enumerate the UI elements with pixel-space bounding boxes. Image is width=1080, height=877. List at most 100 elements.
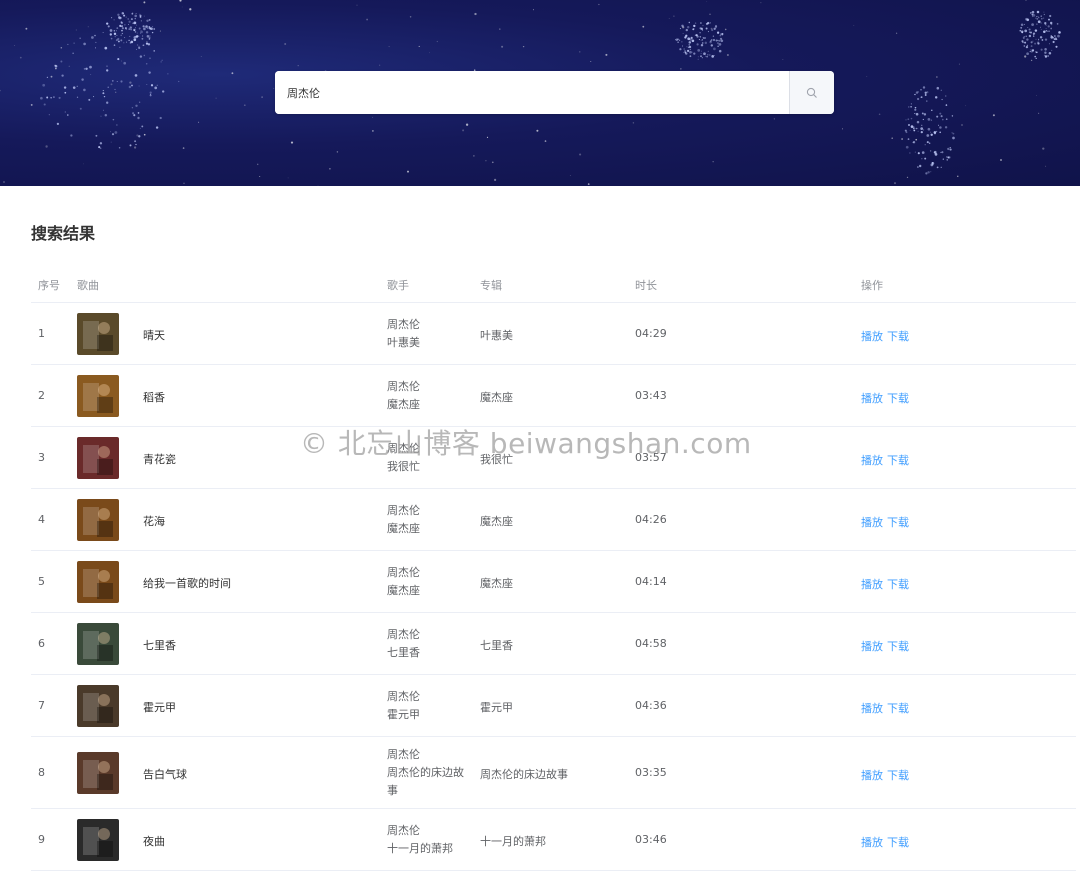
play-button[interactable]: 播放 bbox=[861, 454, 883, 467]
song-title[interactable]: 花海 bbox=[143, 513, 165, 529]
results-table: 序号 歌曲 歌手 专辑 时长 操作 1 晴天 周杰伦 叶惠美 叶惠美 04:29… bbox=[31, 265, 1076, 871]
section-title: 搜索结果 bbox=[31, 224, 96, 243]
song-title[interactable]: 晴天 bbox=[143, 327, 165, 343]
row-index: 3 bbox=[38, 451, 45, 464]
row-actions: 播放 下载 bbox=[861, 514, 913, 530]
watermark: © 北忘山博客 beiwangshan.com bbox=[300, 427, 752, 460]
artist-album: 七里香 bbox=[387, 646, 420, 659]
play-button[interactable]: 播放 bbox=[861, 769, 883, 782]
row-actions: 播放 下载 bbox=[861, 328, 913, 344]
album-name[interactable]: 叶惠美 bbox=[480, 327, 513, 343]
duration: 03:35 bbox=[635, 766, 667, 779]
album-cover bbox=[77, 819, 119, 861]
table-row: 9 夜曲 周杰伦 十一月的萧邦 十一月的萧邦 03:46 播放 下载 bbox=[31, 809, 1076, 871]
song-title[interactable]: 霍元甲 bbox=[143, 699, 176, 715]
row-index: 5 bbox=[38, 575, 45, 588]
row-index: 2 bbox=[38, 389, 45, 402]
artist-album-cont: 事 bbox=[387, 784, 398, 797]
artist-cell: 周杰伦 霍元甲 bbox=[387, 688, 477, 724]
search-button[interactable] bbox=[789, 71, 834, 114]
download-button[interactable]: 下载 bbox=[887, 516, 909, 529]
artist-name[interactable]: 周杰伦 bbox=[387, 316, 477, 334]
duration: 04:36 bbox=[635, 699, 667, 712]
row-actions: 播放 下载 bbox=[861, 390, 913, 406]
duration: 04:58 bbox=[635, 637, 667, 650]
artist-album: 霍元甲 bbox=[387, 708, 420, 721]
artist-name[interactable]: 周杰伦 bbox=[387, 822, 477, 840]
row-actions: 播放 下载 bbox=[861, 767, 913, 783]
search-icon bbox=[806, 87, 817, 98]
col-index: 序号 bbox=[38, 279, 60, 292]
song-title[interactable]: 青花瓷 bbox=[143, 451, 176, 467]
song-title[interactable]: 给我一首歌的时间 bbox=[143, 575, 231, 591]
row-actions: 播放 下载 bbox=[861, 576, 913, 592]
song-title[interactable]: 稻香 bbox=[143, 389, 165, 405]
album-cover bbox=[77, 561, 119, 603]
play-button[interactable]: 播放 bbox=[861, 330, 883, 343]
header-banner bbox=[0, 0, 1080, 186]
artist-name[interactable]: 周杰伦 bbox=[387, 626, 477, 644]
download-button[interactable]: 下载 bbox=[887, 702, 909, 715]
play-button[interactable]: 播放 bbox=[861, 578, 883, 591]
table-row: 1 晴天 周杰伦 叶惠美 叶惠美 04:29 播放 下载 bbox=[31, 303, 1076, 365]
artist-cell: 周杰伦 七里香 bbox=[387, 626, 477, 662]
duration: 04:29 bbox=[635, 327, 667, 340]
table-header: 序号 歌曲 歌手 专辑 时长 操作 bbox=[31, 265, 1076, 303]
download-button[interactable]: 下载 bbox=[887, 640, 909, 653]
album-cover bbox=[77, 752, 119, 794]
album-name[interactable]: 霍元甲 bbox=[480, 699, 513, 715]
row-index: 8 bbox=[38, 766, 45, 779]
row-index: 6 bbox=[38, 637, 45, 650]
album-name[interactable]: 魔杰座 bbox=[480, 513, 513, 529]
artist-album: 魔杰座 bbox=[387, 522, 420, 535]
row-actions: 播放 下载 bbox=[861, 638, 913, 654]
artist-cell: 周杰伦 十一月的萧邦 bbox=[387, 822, 477, 858]
row-index: 1 bbox=[38, 327, 45, 340]
duration: 04:14 bbox=[635, 575, 667, 588]
table-row: 8 告白气球 周杰伦 周杰伦的床边故 事 周杰伦的床边故事 03:35 播放 下载 bbox=[31, 737, 1076, 809]
artist-album: 魔杰座 bbox=[387, 584, 420, 597]
search-input[interactable] bbox=[275, 71, 789, 114]
table-row: 6 七里香 周杰伦 七里香 七里香 04:58 播放 下载 bbox=[31, 613, 1076, 675]
play-button[interactable]: 播放 bbox=[861, 516, 883, 529]
download-button[interactable]: 下载 bbox=[887, 392, 909, 405]
download-button[interactable]: 下载 bbox=[887, 769, 909, 782]
artist-name[interactable]: 周杰伦 bbox=[387, 378, 477, 396]
album-name[interactable]: 魔杰座 bbox=[480, 575, 513, 591]
table-row: 4 花海 周杰伦 魔杰座 魔杰座 04:26 播放 下载 bbox=[31, 489, 1076, 551]
play-button[interactable]: 播放 bbox=[861, 392, 883, 405]
artist-cell: 周杰伦 叶惠美 bbox=[387, 316, 477, 352]
play-button[interactable]: 播放 bbox=[861, 702, 883, 715]
row-index: 9 bbox=[38, 833, 45, 846]
artist-name[interactable]: 周杰伦 bbox=[387, 746, 477, 764]
album-name[interactable]: 十一月的萧邦 bbox=[480, 833, 546, 849]
row-index: 4 bbox=[38, 513, 45, 526]
col-duration: 时长 bbox=[635, 279, 657, 292]
col-album: 专辑 bbox=[480, 279, 502, 292]
col-artist: 歌手 bbox=[387, 279, 409, 292]
artist-name[interactable]: 周杰伦 bbox=[387, 564, 477, 582]
download-button[interactable]: 下载 bbox=[887, 454, 909, 467]
song-title[interactable]: 告白气球 bbox=[143, 766, 187, 782]
download-button[interactable]: 下载 bbox=[887, 578, 909, 591]
artist-cell: 周杰伦 魔杰座 bbox=[387, 502, 477, 538]
table-row: 2 稻香 周杰伦 魔杰座 魔杰座 03:43 播放 下载 bbox=[31, 365, 1076, 427]
album-cover bbox=[77, 685, 119, 727]
duration: 03:46 bbox=[635, 833, 667, 846]
album-cover bbox=[77, 375, 119, 417]
row-actions: 播放 下载 bbox=[861, 700, 913, 716]
download-button[interactable]: 下载 bbox=[887, 836, 909, 849]
artist-name[interactable]: 周杰伦 bbox=[387, 502, 477, 520]
artist-name[interactable]: 周杰伦 bbox=[387, 688, 477, 706]
play-button[interactable]: 播放 bbox=[861, 836, 883, 849]
album-name[interactable]: 魔杰座 bbox=[480, 389, 513, 405]
album-name[interactable]: 七里香 bbox=[480, 637, 513, 653]
download-button[interactable]: 下载 bbox=[887, 330, 909, 343]
album-name[interactable]: 周杰伦的床边故事 bbox=[480, 766, 568, 782]
song-title[interactable]: 夜曲 bbox=[143, 833, 165, 849]
duration: 03:43 bbox=[635, 389, 667, 402]
artist-album: 周杰伦的床边故 bbox=[387, 766, 464, 779]
album-cover bbox=[77, 437, 119, 479]
song-title[interactable]: 七里香 bbox=[143, 637, 176, 653]
play-button[interactable]: 播放 bbox=[861, 640, 883, 653]
